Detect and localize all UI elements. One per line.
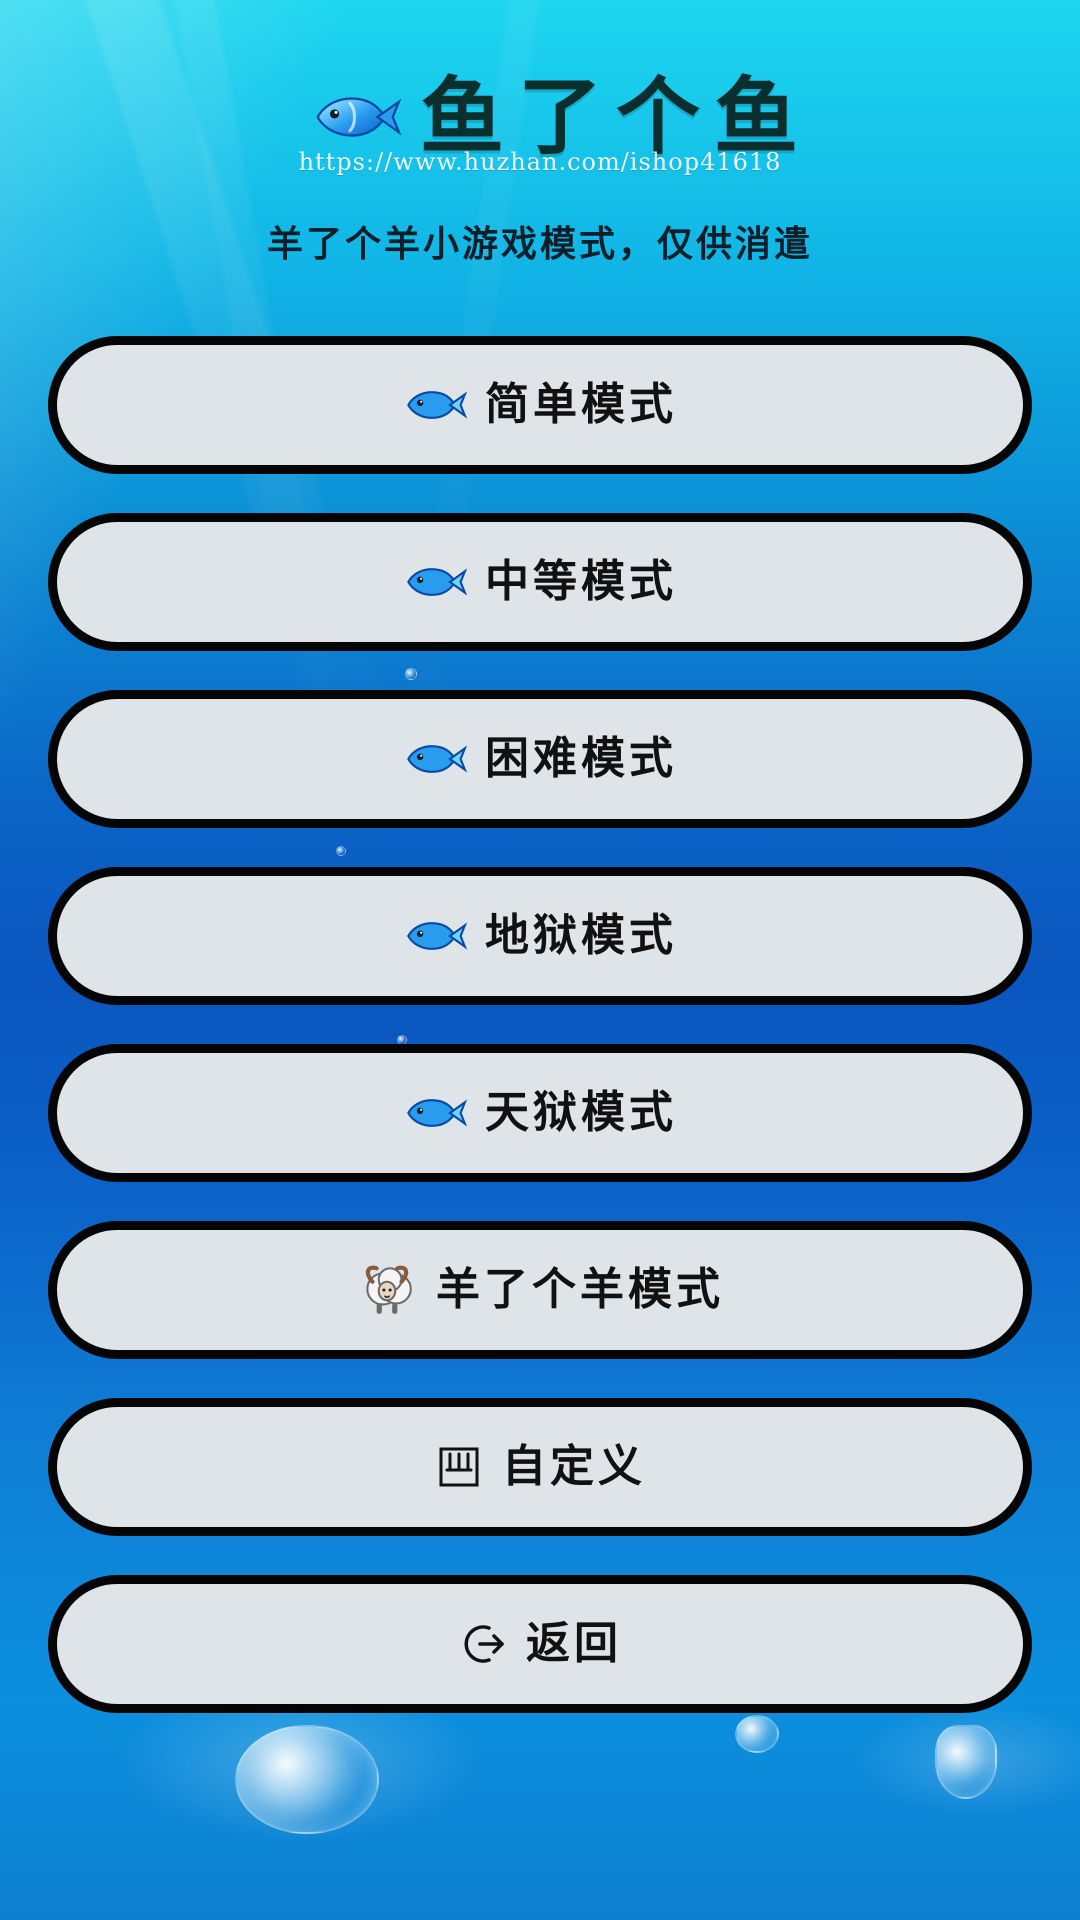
bubble (935, 1725, 997, 1799)
mode-menu: 简单模式 中等模式 困难模式 地狱模式 天狱模式 羊了个羊模式 自定义 返回 (48, 336, 1032, 1713)
subtitle: 羊了个羊小游戏模式，仅供消遣 (266, 224, 813, 265)
fish-icon (407, 391, 467, 419)
menu-item-label: 天狱模式 (485, 1087, 677, 1138)
app-title: 鱼了个鱼 (420, 68, 813, 166)
menu-item-label: 羊了个羊模式 (436, 1264, 724, 1315)
sheep-mode-button[interactable]: 羊了个羊模式 (48, 1221, 1032, 1359)
bubble (735, 1715, 779, 1753)
fish-icon (407, 1099, 467, 1127)
header: 鱼了个鱼 https://www.huzhan.com/ishop41618 羊… (0, 62, 1080, 282)
ram-icon (365, 1265, 412, 1314)
hell-mode-button[interactable]: 地狱模式 (48, 867, 1032, 1005)
bubble (235, 1725, 379, 1834)
easy-mode-button[interactable]: 简单模式 (48, 336, 1032, 474)
hard-mode-button[interactable]: 困难模式 (48, 690, 1032, 828)
menu-item-label: 困难模式 (485, 733, 677, 784)
fish-icon (407, 745, 467, 773)
menu-item-label: 自定义 (502, 1441, 646, 1492)
custom-mode-button[interactable]: 自定义 (48, 1398, 1032, 1536)
back-icon (464, 1625, 504, 1663)
custom-icon (439, 1447, 479, 1487)
watermark-text: https://www.huzhan.com/ishop41618 (298, 148, 782, 176)
menu-item-label: 地狱模式 (485, 910, 677, 961)
back-button[interactable]: 返回 (48, 1575, 1032, 1713)
fish-icon (316, 97, 402, 137)
fish-icon (407, 922, 467, 950)
heaven-hell-mode-button[interactable]: 天狱模式 (48, 1044, 1032, 1182)
menu-item-label: 返回 (526, 1618, 622, 1669)
menu-item-label: 中等模式 (485, 556, 677, 607)
medium-mode-button[interactable]: 中等模式 (48, 513, 1032, 651)
menu-item-label: 简单模式 (485, 379, 677, 430)
fish-icon (407, 568, 467, 596)
